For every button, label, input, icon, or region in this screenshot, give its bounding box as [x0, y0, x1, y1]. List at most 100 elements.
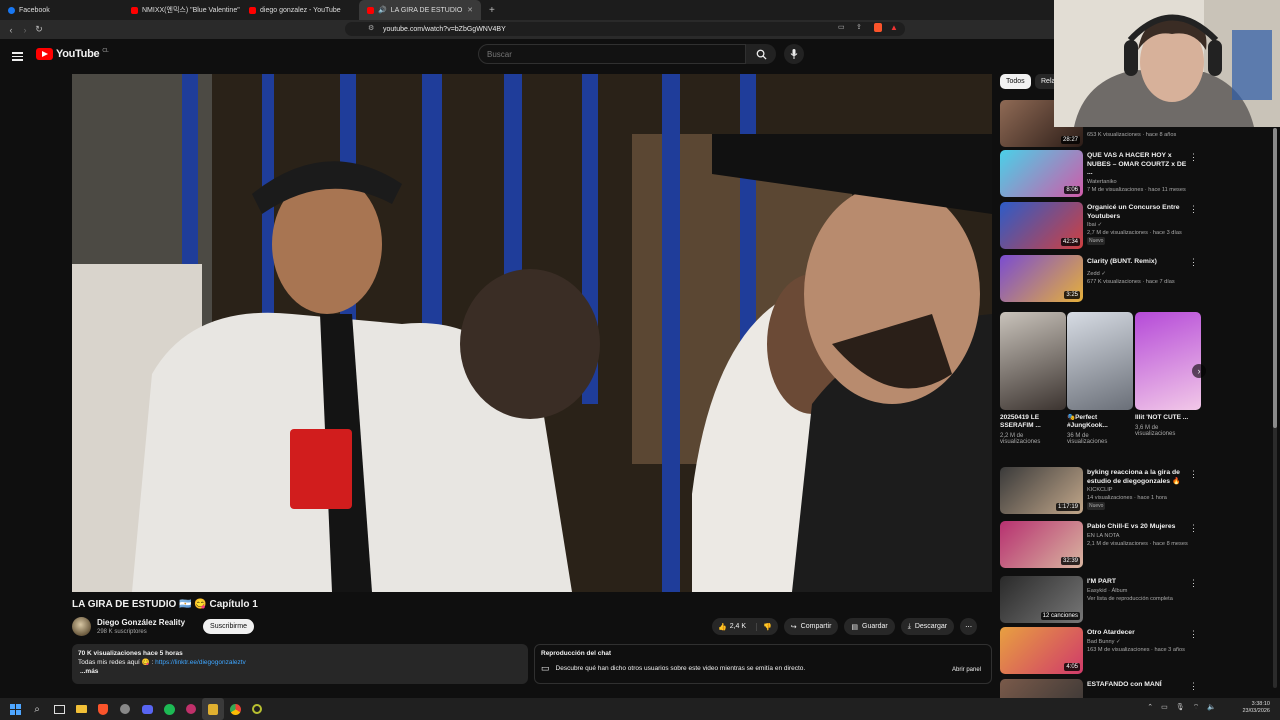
recommendation-item[interactable]: 8:06 QUE VAS A HACER HOY x NUBES – OMAR … — [1000, 150, 1200, 198]
browser-tab-facebook[interactable]: Facebook — [0, 0, 108, 20]
short-info: 20250419 LE SSERAFIM ... 2,2 M de visual… — [1000, 414, 1060, 445]
more-options-icon[interactable]: ⋮ — [1189, 578, 1198, 589]
video-thumbnail[interactable] — [1000, 679, 1083, 698]
description-line: Todas mis redes aquí 😋 : https://linktr.… — [78, 658, 522, 667]
share-icon[interactable]: ⇪ — [856, 23, 862, 31]
video-title: Otro Atardecer — [1087, 629, 1135, 636]
menu-icon[interactable] — [12, 50, 23, 63]
task-view-icon[interactable] — [48, 698, 70, 720]
channel-avatar[interactable] — [72, 617, 91, 636]
clock[interactable]: 3:38:10 23/03/2026 — [1242, 701, 1270, 715]
app-icon[interactable] — [180, 698, 202, 720]
more-options-icon[interactable]: ⋮ — [1189, 629, 1198, 640]
obs-icon[interactable] — [246, 698, 268, 720]
forward-icon[interactable]: › — [18, 25, 32, 35]
recommendation-item[interactable]: 1:17:19 byking reacciona a la gira de es… — [1000, 467, 1200, 515]
shorts-next-icon[interactable]: › — [1192, 364, 1206, 378]
address-bar[interactable]: ⚙ youtube.com/watch?v=bZbGgWNV4BY — [345, 22, 905, 36]
chat-app-icon[interactable] — [114, 698, 136, 720]
voice-search-button[interactable] — [784, 44, 804, 64]
more-options-icon[interactable]: ⋮ — [1189, 204, 1198, 215]
shorts-shelf: › 20250419 LE SSERAFIM ... 2,2 M de visu… — [1000, 312, 1206, 462]
video-thumbnail[interactable]: 8:06 — [1000, 150, 1083, 197]
more-options-icon[interactable]: ⋮ — [1189, 523, 1198, 534]
more-icon: ⋯ — [965, 623, 973, 631]
linktree-link[interactable]: https://linktr.ee/diegogonzaleztv — [155, 659, 246, 666]
short-views: 3,6 M de visualizaciones — [1135, 425, 1176, 437]
video-thumbnail[interactable]: 32:39 — [1000, 521, 1083, 568]
video-thumbnail[interactable]: 1:17:19 — [1000, 467, 1083, 514]
video-thumbnail[interactable]: 3:25 — [1000, 255, 1083, 302]
browser-tab-la-gira[interactable]: 🔊 LA GIRA DE ESTUDIO 🇦🇷 😋 C ✕ — [359, 0, 481, 20]
close-tab-icon[interactable]: ✕ — [467, 6, 473, 14]
short-thumbnail[interactable] — [1067, 312, 1133, 410]
more-options-icon[interactable]: ⋮ — [1189, 152, 1198, 163]
playlist-artist: Easykid · Álbum — [1087, 587, 1128, 594]
discord-icon[interactable] — [136, 698, 158, 720]
save-button[interactable]: ▤ Guardar — [844, 618, 895, 635]
playlist-thumbnail[interactable]: 12 canciones — [1000, 576, 1083, 623]
more-actions-button[interactable]: ⋯ — [960, 618, 978, 635]
short-title: 🎭Perfect #JungKook... — [1067, 414, 1108, 429]
active-app-icon[interactable] — [202, 698, 224, 720]
video-thumbnail[interactable]: 4:05 — [1000, 627, 1083, 674]
short-thumbnail[interactable] — [1135, 312, 1201, 410]
cast-icon[interactable]: ▭ — [838, 23, 845, 31]
like-button[interactable]: 👍 2,4 K — [712, 623, 752, 631]
brave-browser-icon[interactable] — [92, 698, 114, 720]
volume-icon[interactable]: 🔈 — [1207, 703, 1216, 712]
dislike-button[interactable]: 👎 — [756, 622, 778, 631]
recommendation-item[interactable]: ESTAFANDO con MANÍ ⋮ — [1000, 679, 1200, 698]
youtube-icon — [131, 6, 138, 14]
open-panel-button[interactable]: Abrir panel — [952, 667, 981, 673]
brave-shield-icon[interactable] — [874, 23, 882, 32]
site-info-icon[interactable]: ⚙ — [368, 24, 374, 32]
recommendation-item[interactable]: 42:34 Organicé un Concurso Entre Youtube… — [1000, 202, 1200, 250]
search-button[interactable] — [746, 44, 776, 64]
recommendation-item[interactable]: 4:05 Otro Atardecer Bad Bunny ✓ 163 M de… — [1000, 627, 1200, 675]
chrome-icon[interactable] — [224, 698, 246, 720]
recommendation-item[interactable]: 3:25 Clarity (BUNT. Remix) Zedd ✓ 677 K … — [1000, 255, 1200, 303]
playlist-info: I'M PART Easykid · Álbum Ver lista de re… — [1087, 578, 1189, 603]
recommendation-info: QUE VAS A HACER HOY x NUBES – OMAR COURT… — [1087, 152, 1189, 194]
reload-icon[interactable]: ↻ — [32, 24, 46, 35]
start-button[interactable] — [4, 698, 26, 720]
back-icon[interactable]: ‹ — [4, 25, 18, 35]
subscribe-button[interactable]: Suscribirme — [203, 619, 254, 634]
video-thumbnail[interactable]: 42:34 — [1000, 202, 1083, 249]
more-options-icon[interactable]: ⋮ — [1189, 681, 1198, 692]
taskbar-search-icon[interactable]: ⌕ — [26, 698, 48, 720]
page-scrollbar[interactable] — [1273, 128, 1277, 688]
video-player[interactable] — [72, 74, 992, 592]
short-thumbnail[interactable] — [1000, 312, 1066, 410]
search-input[interactable]: Buscar — [478, 44, 746, 64]
url-text: youtube.com/watch?v=bZbGgWNV4BY — [383, 25, 506, 33]
chip-todos[interactable]: Todos — [1000, 74, 1031, 89]
description-box[interactable]: 70 K visualizaciones hace 5 horas Todas … — [72, 644, 528, 684]
subscriber-count: 298 K suscriptores — [97, 629, 147, 635]
video-title: LA GIRA DE ESTUDIO 🇦🇷 😋 Capítulo 1 — [72, 599, 258, 610]
tray-mic-icon[interactable]: 🎙 — [1176, 703, 1185, 712]
browser-tab-nmixx[interactable]: NMIXX(엔믹스) "Blue Valentine" M/V — [123, 0, 241, 20]
more-link[interactable]: ...más — [80, 667, 522, 676]
playlist-item[interactable]: 12 canciones I'M PART Easykid · Álbum Ve… — [1000, 576, 1200, 624]
browser-tab-diego-gonzalez[interactable]: diego gonzalez - YouTube — [241, 0, 359, 20]
tray-app-icon[interactable]: ▭ — [1161, 703, 1168, 712]
file-explorer-icon[interactable] — [70, 698, 92, 720]
share-button[interactable]: ↪ Compartir — [783, 618, 839, 635]
new-tab-button[interactable]: + — [481, 5, 503, 16]
more-options-icon[interactable]: ⋮ — [1189, 257, 1198, 268]
channel-name[interactable]: Diego González Reality — [97, 618, 185, 627]
download-button[interactable]: ⤓ Descargar — [900, 618, 955, 635]
network-icon[interactable]: ⌔ — [1193, 703, 1200, 712]
channel-name: Watertaniko — [1087, 178, 1117, 185]
more-options-icon[interactable]: ⋮ — [1189, 469, 1198, 480]
youtube-icon — [367, 6, 374, 14]
brave-rewards-icon[interactable]: ▲ — [890, 23, 898, 32]
tray-chevron-icon[interactable]: ⌃ — [1147, 703, 1153, 712]
recommendation-item[interactable]: 32:39 Pablo Chill-E vs 20 Mujeres EN LA … — [1000, 521, 1200, 569]
speaker-icon: 🔊 — [378, 7, 387, 14]
spotify-icon[interactable] — [158, 698, 180, 720]
playlist-meta[interactable]: Ver lista de reproducción completa — [1087, 595, 1189, 603]
youtube-logo[interactable]: YouTube CL — [36, 48, 109, 60]
